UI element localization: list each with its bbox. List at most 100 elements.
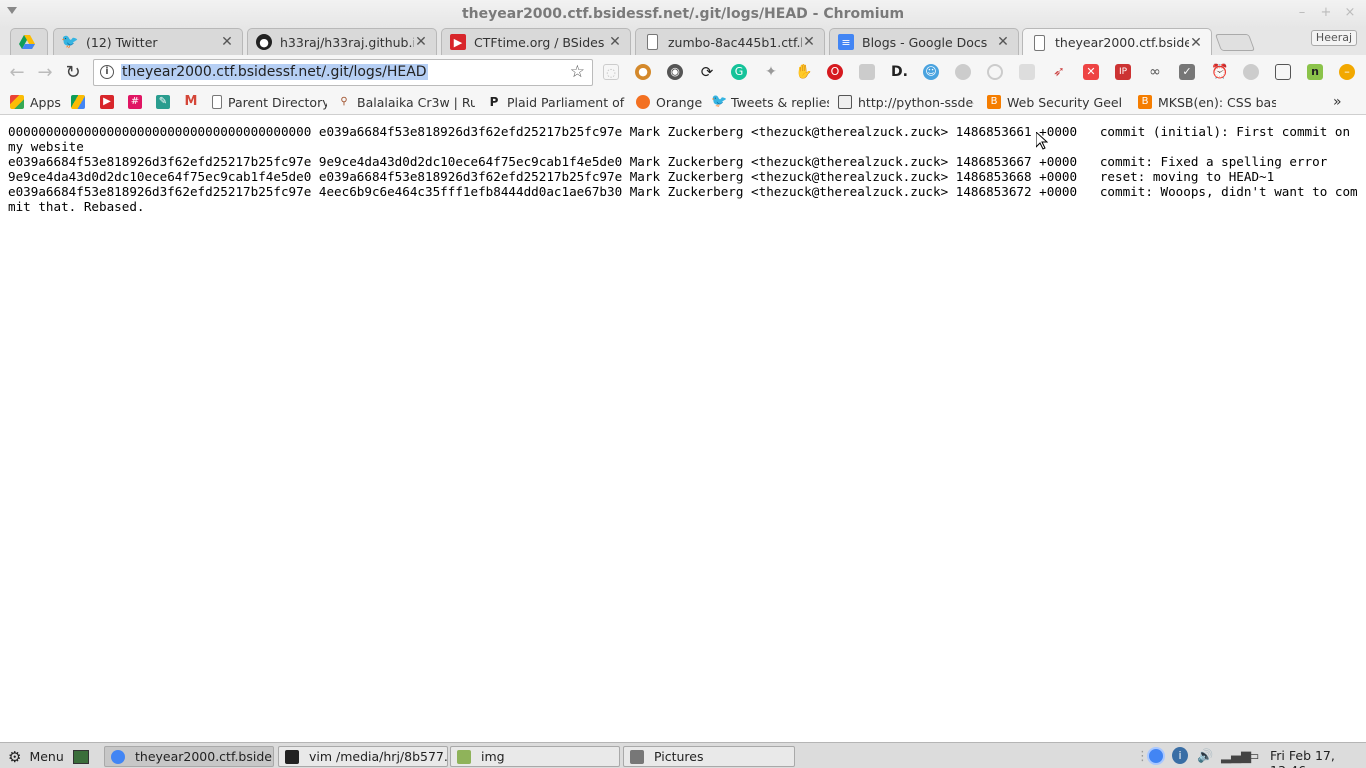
rocket-icon[interactable]: ➶: [1051, 64, 1067, 80]
blogger-icon: B: [987, 95, 1001, 109]
wappalyzer-icon[interactable]: ◉: [667, 64, 683, 80]
tab-twitter[interactable]: 🐦 (12) Twitter ✕: [53, 28, 243, 55]
bookmark-notes[interactable]: ✎: [156, 93, 176, 111]
ctftime-icon: ▶: [100, 95, 114, 109]
bookmarks-bar: Apps ▶ # ✎ M Parent Directory ⚲ Balalaik…: [0, 90, 1366, 115]
badge-extension-icon[interactable]: ☺: [923, 64, 939, 80]
tab-github[interactable]: ● h33raj/h33raj.github.io ✕: [247, 28, 437, 55]
bookmark-python-ssdeep[interactable]: http://python-ssdeep: [838, 93, 974, 111]
tab-google-docs[interactable]: ≡ Blogs - Google Docs ✕: [829, 28, 1019, 55]
globe-icon[interactable]: [1243, 64, 1259, 80]
chromium-tray-icon[interactable]: [1147, 747, 1165, 765]
tab-close-icon[interactable]: ✕: [1189, 35, 1203, 51]
tab-label: CTFtime.org / BSides Sa: [474, 34, 608, 50]
show-desktop-button[interactable]: [73, 746, 89, 767]
tab-close-icon[interactable]: ✕: [802, 34, 816, 50]
taskbar-window-vim[interactable]: vim /media/hrj/8b577...: [278, 746, 448, 767]
forward-icon[interactable]: →: [34, 62, 56, 84]
address-bar[interactable]: i theyear2000.ctf.bsidessf.net/.git/logs…: [93, 59, 593, 86]
bookmark-balalaika[interactable]: ⚲ Balalaika Cr3w | Rus: [337, 93, 475, 111]
bookmark-slack[interactable]: #: [128, 93, 148, 111]
alarm-icon[interactable]: ⏰: [1211, 64, 1228, 80]
glasses-icon[interactable]: ∞: [1147, 64, 1163, 80]
bookmark-mksb[interactable]: B MKSB(en): CSS base: [1138, 93, 1276, 111]
sync-icon[interactable]: ⟳: [699, 64, 715, 80]
reload-icon[interactable]: ↻: [62, 62, 84, 84]
bookmark-orange[interactable]: Orange: [636, 93, 702, 111]
cookie-icon[interactable]: ●: [635, 64, 651, 80]
tab-ctftime[interactable]: ▶ CTFtime.org / BSides Sa ✕: [441, 28, 631, 55]
taskbar-window-img[interactable]: img: [450, 746, 620, 767]
tab-strip: 🐦 (12) Twitter ✕ ● h33raj/h33raj.github.…: [0, 28, 1366, 56]
info-icon[interactable]: i: [100, 65, 114, 79]
gmail-icon: M: [184, 94, 198, 109]
bookmark-ppp[interactable]: P Plaid Parliament of P: [487, 93, 625, 111]
bookmark-web-security-geeks[interactable]: B Web Security Geeks: [987, 93, 1121, 111]
tab-label: Blogs - Google Docs: [862, 34, 988, 50]
minimize-icon[interactable]: –: [1294, 5, 1310, 21]
tab-label: theyear2000.ctf.bsides: [1055, 35, 1189, 50]
tab-google-drive[interactable]: [10, 28, 48, 55]
taskbar: ⚙ Menu theyear2000.ctf.bside... vim /med…: [0, 742, 1366, 768]
grammarly-icon[interactable]: G: [731, 64, 747, 80]
bookmark-apps[interactable]: Apps: [10, 93, 61, 111]
flag-extension-icon[interactable]: IP: [1115, 64, 1131, 80]
n-extension-icon[interactable]: n: [1307, 64, 1323, 80]
bookmark-parent-directory[interactable]: Parent Directory: [212, 93, 327, 111]
opera-icon[interactable]: O: [827, 64, 843, 80]
hand-icon[interactable]: ✋: [795, 64, 812, 80]
google-drive-icon: [19, 34, 35, 50]
check-extension-icon[interactable]: ✓: [1179, 64, 1195, 80]
battery-icon[interactable]: ▭: [1247, 749, 1259, 764]
tab-zumbo[interactable]: zumbo-8ac445b1.ctf.bs ✕: [635, 28, 825, 55]
x-extension-icon[interactable]: ✕: [1083, 64, 1099, 80]
maximize-icon[interactable]: +: [1318, 5, 1334, 21]
circle-icon[interactable]: [987, 64, 1003, 80]
bookmark-gmail[interactable]: M: [184, 93, 204, 111]
bookmark-star-icon[interactable]: ☆: [570, 62, 585, 82]
taskbar-window-chromium[interactable]: theyear2000.ctf.bside...: [104, 746, 274, 767]
building-icon: [838, 95, 852, 109]
google-docs-icon: ≡: [838, 34, 854, 50]
tab-close-icon[interactable]: ✕: [414, 34, 428, 50]
clock[interactable]: Fri Feb 17, 13:46: [1270, 748, 1366, 768]
puzzle-icon[interactable]: [1019, 64, 1035, 80]
shield-icon[interactable]: [859, 64, 875, 80]
chrome-menu-icon[interactable]: –: [1339, 64, 1355, 80]
volume-icon[interactable]: 🔊: [1197, 749, 1213, 764]
bookmark-ctftime[interactable]: ▶: [100, 93, 120, 111]
mouse-cursor-icon: [1036, 132, 1048, 150]
tab-close-icon[interactable]: ✕: [996, 34, 1010, 50]
profile-button[interactable]: Heeraj: [1311, 30, 1357, 46]
back-icon[interactable]: ←: [6, 62, 28, 84]
page-icon: [1034, 34, 1045, 51]
ctftime-icon: ▶: [450, 34, 466, 50]
close-window-icon[interactable]: ×: [1342, 5, 1358, 21]
git-log-text: 0000000000000000000000000000000000000000…: [8, 124, 1358, 214]
bookmark-tweets[interactable]: 🐦 Tweets & replies: [711, 93, 829, 111]
window-extension-icon[interactable]: [1275, 64, 1291, 80]
tab-close-icon[interactable]: ✕: [608, 34, 622, 50]
bookmarks-overflow-icon[interactable]: »: [1333, 93, 1342, 111]
chat-icon[interactable]: [955, 64, 971, 80]
shield-tray-icon[interactable]: i: [1172, 747, 1188, 764]
github-icon: ●: [256, 34, 272, 50]
page-icon: [212, 95, 222, 109]
window-title: theyear2000.ctf.bsidessf.net/.git/logs/H…: [461, 6, 905, 22]
image-viewer-icon: [630, 749, 644, 764]
window-title-bar: theyear2000.ctf.bsidessf.net/.git/logs/H…: [0, 0, 1366, 28]
dashlane-icon[interactable]: D.: [891, 64, 908, 80]
orange-icon: [636, 95, 650, 109]
folder-icon: [457, 749, 471, 764]
taskbar-window-pictures[interactable]: Pictures: [623, 746, 795, 767]
tab-close-icon[interactable]: ✕: [220, 34, 234, 50]
start-menu-button[interactable]: ⚙ Menu: [8, 746, 64, 767]
chromium-icon: [111, 749, 125, 764]
bookmark-google-drive[interactable]: [71, 93, 91, 111]
url-text[interactable]: theyear2000.ctf.bsidessf.net/.git/logs/H…: [121, 64, 428, 80]
tab-theyear2000[interactable]: theyear2000.ctf.bsides ✕: [1022, 28, 1212, 56]
extension-icon[interactable]: ◌: [603, 64, 619, 80]
new-tab-button[interactable]: [1214, 34, 1256, 51]
tool-icon[interactable]: ✦: [763, 64, 779, 80]
tab-label: (12) Twitter: [86, 34, 158, 50]
